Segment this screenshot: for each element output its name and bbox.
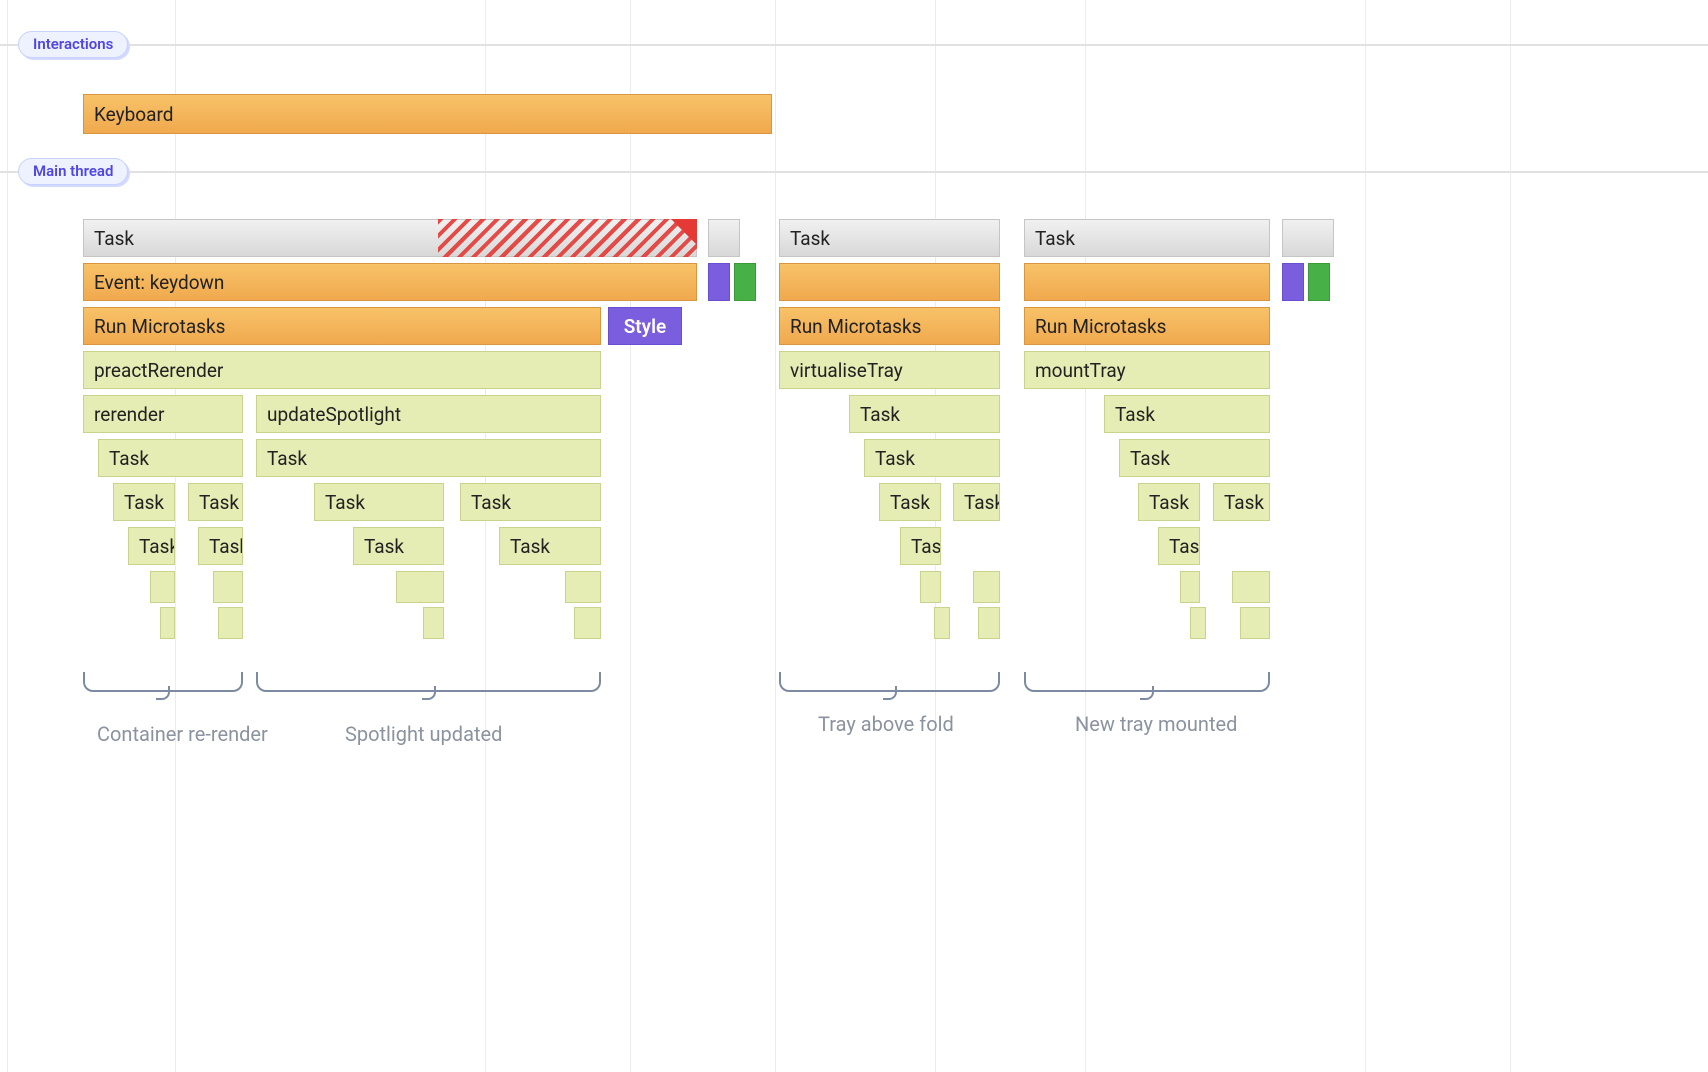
flame-bar-c21[interactable]: Task: [1119, 439, 1270, 477]
flame-bar-rr52[interactable]: [213, 571, 243, 603]
flame-bar-t1g[interactable]: [708, 219, 740, 257]
flame-bar-t3g[interactable]: [1282, 219, 1334, 257]
brace: [779, 672, 1000, 692]
flame-bar-c11[interactable]: Task: [1104, 395, 1270, 433]
brace-caption: Spotlight updated: [345, 722, 502, 746]
flame-bar-ev1p[interactable]: [708, 263, 730, 301]
interactions-rule: [0, 44, 1708, 46]
flame-bar-rr62[interactable]: [218, 607, 243, 639]
flame-canvas: Keyboard Task Task Task Event: keydown Run Mi…: [0, 0, 1708, 1072]
flame-bar-sty[interactable]: Style: [608, 307, 682, 345]
flame-bar-c52[interactable]: [1232, 571, 1270, 603]
flame-bar-c31[interactable]: Task: [1138, 483, 1200, 521]
flame-bar-c61[interactable]: [1190, 607, 1206, 639]
main-thread-rule: [0, 171, 1708, 173]
brace-caption: Tray above fold: [818, 712, 954, 736]
flame-bar-rr31[interactable]: Task: [113, 483, 175, 521]
flame-bar-us[interactable]: updateSpotlight: [256, 395, 601, 433]
flame-bar-t3[interactable]: Task: [1024, 219, 1270, 257]
flame-bar-us61[interactable]: [423, 607, 444, 639]
flame-bar-rr2[interactable]: Task: [98, 439, 243, 477]
flame-bar-rm3[interactable]: Run Microtasks: [1024, 307, 1270, 345]
brace-caption: Container re-render: [97, 722, 268, 746]
flame-bar-b21[interactable]: Task: [864, 439, 1000, 477]
flame-bar-us52[interactable]: [565, 571, 601, 603]
flame-bar-rr32[interactable]: Task: [188, 483, 243, 521]
flame-bar-us41[interactable]: Task: [353, 527, 444, 565]
brace: [1024, 672, 1270, 692]
flame-bar-ev1g[interactable]: [734, 263, 756, 301]
flame-bar-rr51[interactable]: [150, 571, 175, 603]
flame-bar-us2[interactable]: Task: [256, 439, 601, 477]
flame-bar-us32[interactable]: Task: [460, 483, 601, 521]
flame-bar-b32[interactable]: Task: [953, 483, 1000, 521]
flame-bar-keyboard[interactable]: Keyboard: [83, 94, 772, 134]
flame-bar-ev2[interactable]: [779, 263, 1000, 301]
flame-bar-b61[interactable]: [934, 607, 950, 639]
flame-bar-ev3p[interactable]: [1282, 263, 1304, 301]
flame-bar-b51[interactable]: [920, 571, 941, 603]
flame-bar-us51[interactable]: [396, 571, 444, 603]
flame-bar-c32[interactable]: Task: [1213, 483, 1270, 521]
brace: [256, 672, 601, 692]
flame-bar-rr41[interactable]: Task: [128, 527, 175, 565]
flame-bar-c41[interactable]: Task: [1158, 527, 1200, 565]
flame-bar-ev1[interactable]: Event: keydown: [83, 263, 697, 301]
brace: [83, 672, 243, 692]
flame-bar-b62[interactable]: [978, 607, 1000, 639]
flame-bar-rm1[interactable]: Run Microtasks: [83, 307, 601, 345]
flame-bar-t2[interactable]: Task: [779, 219, 1000, 257]
flame-bar-c51[interactable]: [1180, 571, 1200, 603]
flame-bar-b41[interactable]: Task: [900, 527, 941, 565]
flame-bar-rr[interactable]: rerender: [83, 395, 243, 433]
flame-bar-ev3[interactable]: [1024, 263, 1270, 301]
flame-bar-rr42[interactable]: Task: [198, 527, 243, 565]
flame-bar-vt[interactable]: virtualiseTray: [779, 351, 1000, 389]
flame-bar-b52[interactable]: [973, 571, 1000, 603]
flame-bar-ev3g[interactable]: [1308, 263, 1330, 301]
track-label-interactions: Interactions: [18, 31, 128, 58]
flame-bar-b11[interactable]: Task: [849, 395, 1000, 433]
flame-bar-us62[interactable]: [574, 607, 601, 639]
flame-bar-us31[interactable]: Task: [314, 483, 444, 521]
flame-bar-rm2[interactable]: Run Microtasks: [779, 307, 1000, 345]
brace-caption: New tray mounted: [1075, 712, 1237, 736]
flame-bar-rr61[interactable]: [160, 607, 175, 639]
flame-bar-c62[interactable]: [1240, 607, 1270, 639]
flame-bar-us42[interactable]: Task: [499, 527, 601, 565]
track-label-main-thread: Main thread: [18, 158, 128, 185]
flame-bar-b31[interactable]: Task: [879, 483, 941, 521]
flame-bar-pr[interactable]: preactRerender: [83, 351, 601, 389]
flame-bar-mt[interactable]: mountTray: [1024, 351, 1270, 389]
flame-bar-t1[interactable]: Task: [83, 219, 697, 257]
